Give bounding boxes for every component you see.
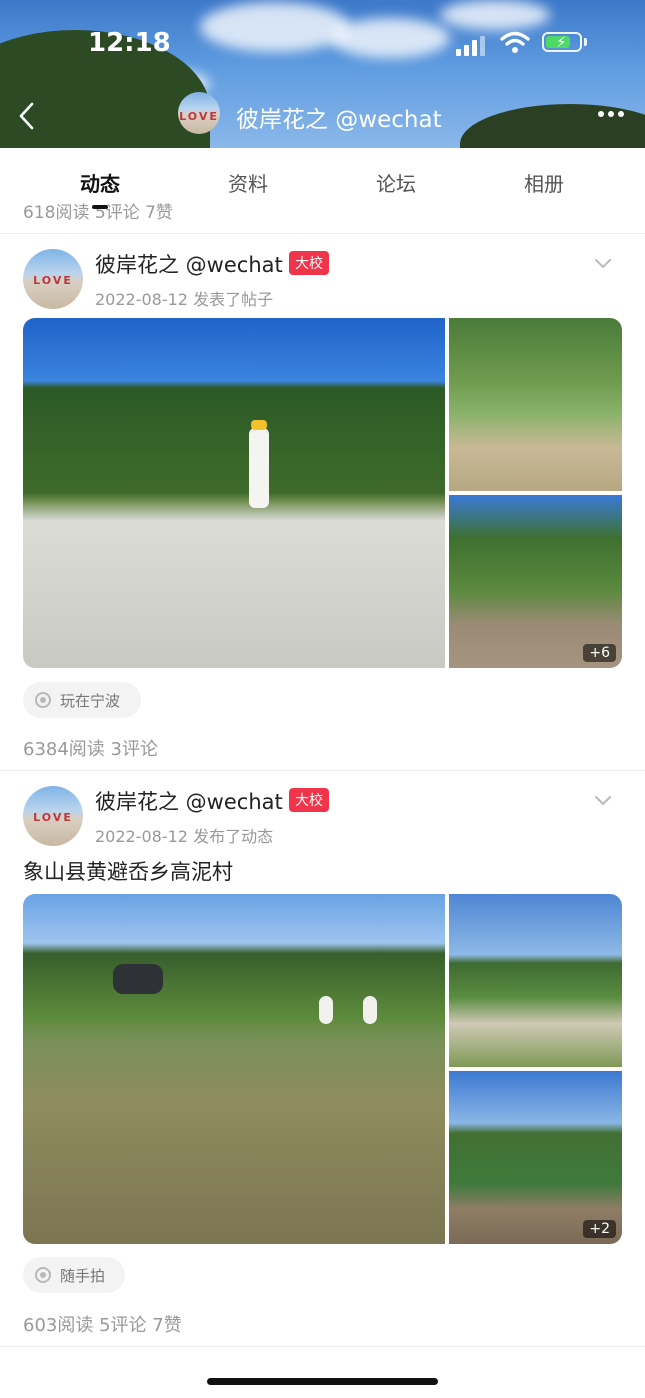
location-icon [35, 692, 51, 708]
post-stats: 6384阅读 3评论 [23, 739, 158, 760]
avatar-love-text: LOVE [33, 274, 73, 288]
header-avatar[interactable]: LOVE [178, 92, 220, 134]
post-meta: 2022-08-12 发布了动态 [95, 827, 274, 846]
post-photo-2[interactable] [449, 894, 622, 1067]
topic-tag-label: 随手拍 [60, 1267, 106, 1285]
author-name[interactable]: 彼岸花之 @wechat [95, 249, 283, 279]
rank-badge: 大校 [289, 788, 329, 812]
rabbit-statue [319, 996, 333, 1024]
divider [0, 1346, 645, 1347]
post-card[interactable]: LOVE 彼岸花之 @wechat 大校 2022-08-12 发布了动态 象山… [0, 771, 645, 1346]
chevron-down-icon[interactable] [594, 795, 612, 807]
tab-album[interactable]: 相册 [484, 168, 604, 197]
author-avatar[interactable]: LOVE [23, 249, 83, 309]
buffalo-statue [113, 964, 163, 994]
post-stats: 603阅读 5评论 7赞 [23, 1315, 182, 1336]
back-button[interactable] [12, 96, 44, 136]
status-time: 12:18 [88, 28, 171, 58]
post-photo-2[interactable] [449, 318, 622, 491]
cloud [200, 2, 350, 52]
post-image-grid: +2 [23, 894, 622, 1244]
post-text: 象山县黄避岙乡高泥村 [23, 860, 233, 884]
more-images-count: +2 [583, 1220, 616, 1238]
profile-header: 12:18 ⚡ LOVE 彼岸花之 @wechat [0, 0, 645, 148]
author-name[interactable]: 彼岸花之 @wechat [95, 786, 283, 816]
post-card[interactable]: LOVE 彼岸花之 @wechat 大校 2022-08-12 发表了帖子 +6… [0, 234, 645, 770]
rank-badge: 大校 [289, 251, 329, 275]
battery-icon: ⚡ [542, 32, 582, 52]
tab-indicator [92, 205, 108, 209]
author-avatar[interactable]: LOVE [23, 786, 83, 846]
avatar-love-text: LOVE [179, 109, 219, 123]
signal-icon [456, 34, 488, 56]
previous-post-stats: 618阅读 5评论 7赞 [23, 203, 173, 220]
post-photo-3[interactable]: +6 [449, 495, 622, 668]
rabbit-statue [363, 996, 377, 1024]
chevron-down-icon[interactable] [594, 258, 612, 270]
topic-tag-label: 玩在宁波 [60, 692, 121, 710]
avatar-love-text: LOVE [33, 811, 73, 825]
location-icon [35, 1267, 51, 1283]
home-indicator[interactable] [207, 1378, 438, 1385]
cloud [440, 0, 550, 30]
person-figure [249, 428, 269, 508]
cloud [330, 18, 450, 58]
more-images-count: +6 [583, 644, 616, 662]
hat-shape [251, 420, 267, 430]
post-image-grid: +6 [23, 318, 622, 668]
more-options-button[interactable] [594, 104, 630, 124]
post-photo-main[interactable] [23, 894, 445, 1244]
tab-feed[interactable]: 动态 [40, 168, 160, 197]
post-meta: 2022-08-12 发表了帖子 [95, 290, 274, 309]
header-title: 彼岸花之 @wechat [236, 107, 442, 133]
topic-tag[interactable]: 随手拍 [23, 1257, 125, 1293]
battery-cap [584, 38, 587, 46]
tab-profile[interactable]: 资料 [188, 168, 308, 197]
wifi-icon [500, 31, 530, 53]
tab-forum[interactable]: 论坛 [336, 168, 456, 197]
post-photo-3[interactable]: +2 [449, 1071, 622, 1244]
topic-tag[interactable]: 玩在宁波 [23, 682, 141, 718]
post-photo-main[interactable] [23, 318, 445, 668]
